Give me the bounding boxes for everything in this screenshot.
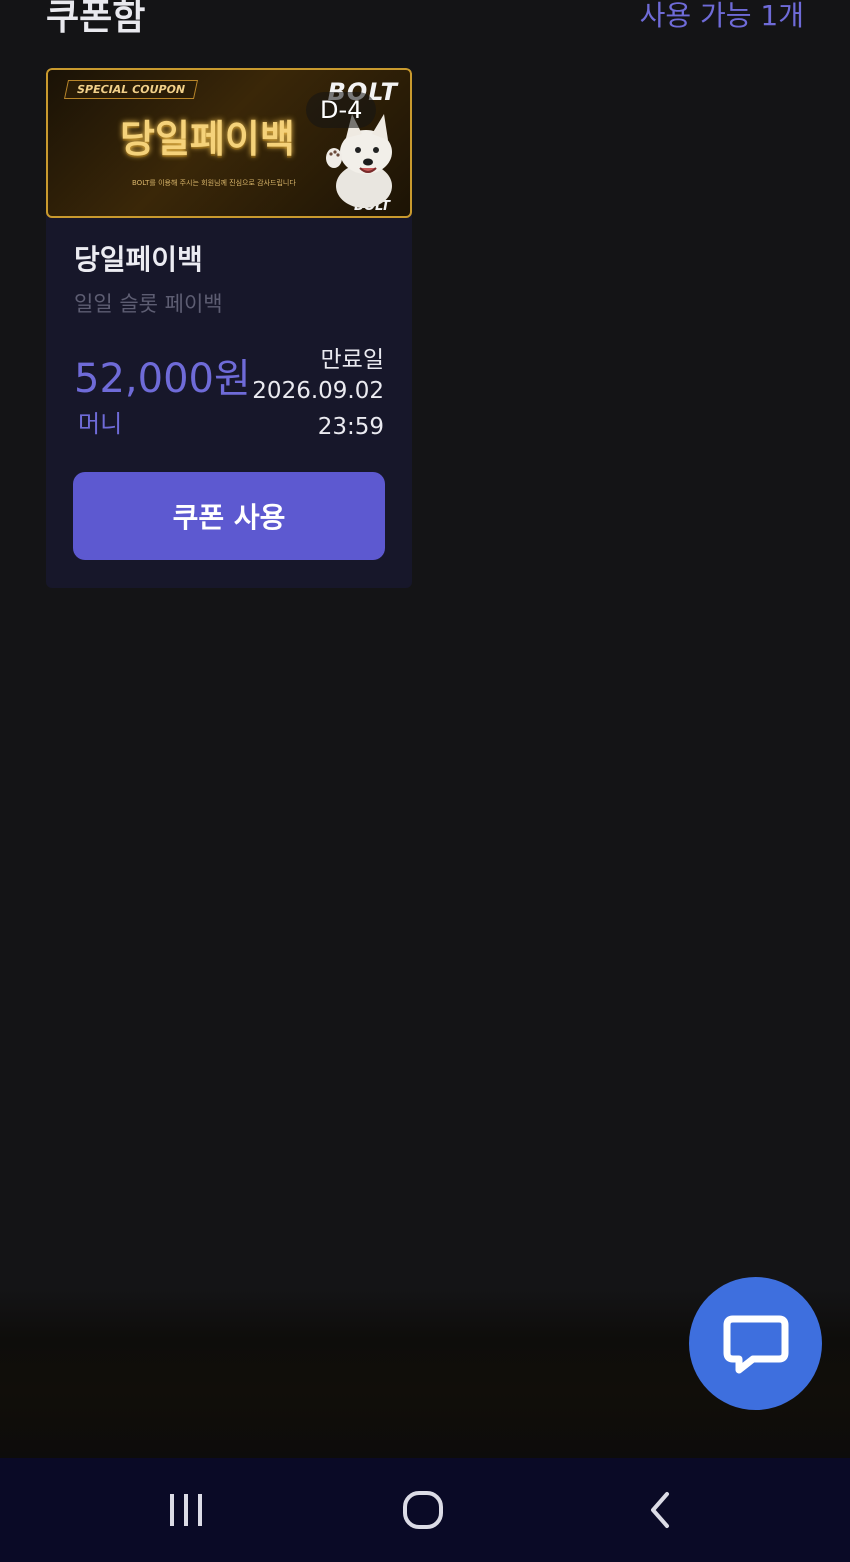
d-day-badge: D-4	[306, 92, 377, 128]
expiry-label: 만료일	[320, 347, 384, 373]
system-navigation-bar	[0, 1458, 850, 1562]
use-coupon-button[interactable]: 쿠폰 사용	[73, 472, 385, 560]
home-button[interactable]	[388, 1484, 458, 1536]
coupon-name: 당일페이백	[74, 243, 203, 276]
expiry-time: 23:59	[317, 414, 384, 440]
banner-tag: SPECIAL COUPON	[63, 80, 199, 99]
recent-apps-button[interactable]	[151, 1484, 221, 1536]
chat-bubble-icon	[723, 1315, 788, 1373]
banner-subtitle: BOLT를 이용해 주시는 회원님께 진심으로 감사드립니다	[132, 179, 296, 187]
available-count: 사용 가능 1개	[639, 0, 804, 32]
banner-title: 당일페이백	[120, 117, 295, 161]
page-title: 쿠폰함	[46, 0, 146, 38]
back-button[interactable]	[626, 1484, 696, 1536]
coupon-description: 일일 슬롯 페이백	[74, 292, 223, 316]
home-icon	[403, 1491, 443, 1529]
expiry-date: 2026.09.02	[252, 378, 384, 404]
back-icon	[651, 1492, 669, 1528]
recent-apps-icon	[170, 1494, 202, 1526]
coupon-amount: 52,000원	[74, 356, 251, 402]
chat-button[interactable]	[689, 1277, 822, 1410]
coupon-amount-type: 머니	[78, 410, 123, 438]
coupon-card: SPECIAL COUPON 당일페이백 BOLT를 이용해 주시는 회원님께 …	[46, 68, 412, 588]
coupon-banner-image: SPECIAL COUPON 당일페이백 BOLT를 이용해 주시는 회원님께 …	[46, 68, 412, 218]
